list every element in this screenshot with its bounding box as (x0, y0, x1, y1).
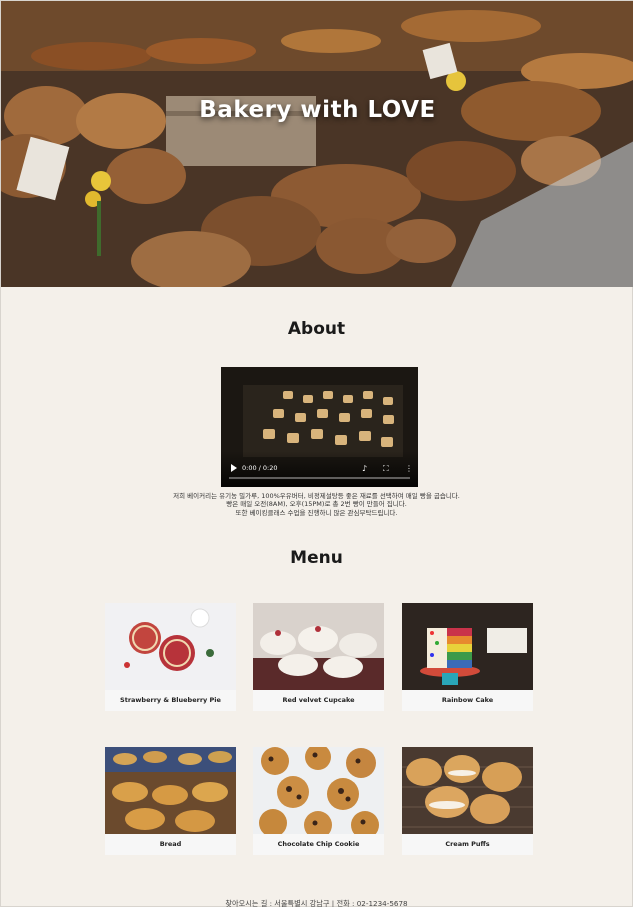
pie-photo (105, 603, 236, 690)
hero-banner: Bakery with LOVE (1, 1, 633, 287)
menu-item-label: Cream Puffs (445, 840, 490, 848)
about-heading: About (287, 319, 346, 339)
about-line: 또한 베이킹클래스 수업을 진행하니 많은 관심부탁드립니다. (235, 508, 398, 517)
menu-item-label: Red velvet Cupcake (282, 696, 355, 704)
hero-bakery-image (1, 1, 633, 287)
menu-card-cream-puffs[interactable]: Cream Puffs (402, 747, 533, 855)
menu-item-label: Strawberry & Blueberry Pie (120, 696, 221, 704)
menu-card-strawberry-blueberry-pie[interactable]: Strawberry & Blueberry Pie (105, 603, 236, 711)
menu-card-chocolate-chip-cookie[interactable]: Chocolate Chip Cookie (253, 747, 384, 855)
video-time: 0:00 / 0:20 (242, 464, 278, 472)
about-line: 빵은 매일 오전(8AM), 오후(15PM)로 총 2번 빵이 만들어 집니다… (226, 500, 407, 509)
play-icon[interactable] (231, 464, 237, 472)
about-video-player[interactable]: 0:00 / 0:20 ♪ ⛶ ⋮ (221, 367, 418, 487)
menu-item-label: Rainbow Cake (441, 696, 494, 704)
about-description: 저희 베이커리는 유기농 밀가루, 100%우유버터, 비정제설탕등 좋은 재료… (1, 492, 632, 517)
cream-puffs-photo (402, 747, 533, 834)
menu-card-red-velvet-cupcake[interactable]: Red velvet Cupcake (253, 603, 384, 711)
menu-item-label: Chocolate Chip Cookie (277, 840, 360, 848)
fullscreen-icon[interactable]: ⛶ (383, 465, 389, 473)
video-progress-bar[interactable] (229, 477, 410, 479)
menu-item-label: Bread (159, 840, 182, 848)
cupcake-photo (253, 603, 384, 690)
menu-heading: Menu (290, 548, 343, 568)
menu-card-rainbow-cake[interactable]: Rainbow Cake (402, 603, 533, 711)
volume-icon[interactable]: ♪ (362, 465, 367, 473)
cookie-photo (253, 747, 384, 834)
menu-card-bread[interactable]: Bread (105, 747, 236, 855)
rainbow-cake-photo (402, 603, 533, 690)
more-options-icon[interactable]: ⋮ (405, 465, 413, 473)
hero-title: Bakery with LOVE (199, 97, 436, 123)
footer-contact: 찾아오시는 길 : 서울특별시 강남구 | 전화 : 02-1234-5678 (225, 899, 408, 907)
bread-photo (105, 747, 236, 834)
video-frame-cookies (243, 385, 403, 457)
